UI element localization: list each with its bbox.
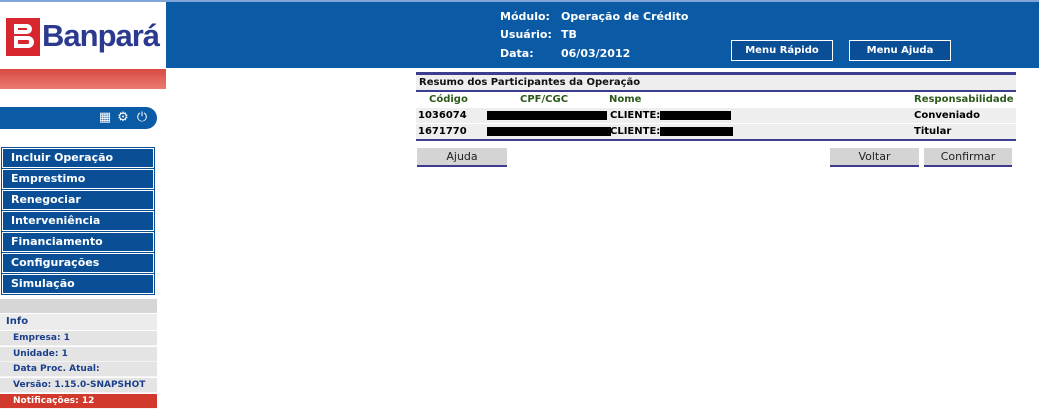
panel-bottom-line [416,139,1016,141]
sidebar-item-emprestimo[interactable]: Emprestimo [1,168,155,190]
redacted-cpf [487,111,607,120]
logo: Banpará [0,2,166,68]
data-value: 06/03/2012 [561,47,631,60]
panel-title-line [416,90,1016,92]
info-versao: Versão: 1.15.0-SNAPSHOT [0,378,157,393]
table-row: 1671770 CLIENTE: Titular [416,124,1016,139]
cell-nome: CLIENTE: [610,126,661,137]
ajuda-button[interactable]: Ajuda [417,148,507,167]
sidebar-item-interveniencia[interactable]: Interveniência [1,210,155,232]
sidebar-item-renegociar[interactable]: Renegociar [1,189,155,211]
info-empresa: Empresa: 1 [0,331,157,346]
calculator-icon[interactable]: ▦ [97,110,113,126]
sidebar-item-incluir-operacao[interactable]: Incluir Operação [1,147,155,169]
sidebar-red-bar [0,69,166,89]
info-separator [0,299,157,313]
header: Banpará Módulo: Operação de Crédito Usuá… [0,0,1039,68]
sidebar-item-financiamento[interactable]: Financiamento [1,231,155,253]
info-notificacoes[interactable]: Notificações: 12 [0,394,157,409]
panel-title: Resumo dos Participantes da Operação [416,75,1016,90]
usuario-label: Usuário: [500,28,552,41]
cell-nome: CLIENTE: [610,110,661,121]
cell-responsabilidade: Titular [914,126,952,137]
confirmar-button[interactable]: Confirmar [924,148,1012,167]
menu-rapido-button[interactable]: Menu Rápido [731,40,833,61]
column-header-codigo: Código [429,94,468,105]
column-header-responsabilidade: Responsabilidade [914,94,1014,105]
usuario-value: TB [561,28,577,41]
logo-text: Banpará [42,18,160,53]
modulo-value: Operação de Crédito [561,10,689,23]
voltar-button[interactable]: Voltar [830,148,919,167]
power-icon[interactable]: ⏻ [134,110,150,126]
data-label: Data: [500,47,534,60]
cell-codigo: 1036074 [418,110,467,121]
sidebar-item-configuracoes[interactable]: Configurações [1,252,155,274]
sidebar-item-simulacao[interactable]: Simulação [1,273,155,295]
modulo-label: Módulo: [500,10,550,23]
info-title: Info [0,314,157,330]
gear-icon[interactable]: ⚙ [115,110,131,126]
banpara-b-logo-icon [6,18,40,56]
sidebar-menu: Incluir Operação Emprestimo Renegociar I… [1,147,155,295]
redacted-cpf [487,127,611,136]
table-row: 1036074 CLIENTE: Conveniado [416,108,1016,123]
sidebar-toolbar: ▦ ⚙ ⏻ [0,107,157,129]
redacted-nome [660,111,731,120]
cell-responsabilidade: Conveniado [914,110,980,121]
info-unidade: Unidade: 1 [0,347,157,362]
info-data-proc: Data Proc. Atual: 22/02/2012 [0,362,157,389]
cell-codigo: 1671770 [418,126,467,137]
redacted-nome [660,127,733,136]
menu-ajuda-button[interactable]: Menu Ajuda [849,40,951,61]
column-header-cpf: CPF/CGC [520,94,569,105]
column-header-nome: Nome [609,94,642,105]
